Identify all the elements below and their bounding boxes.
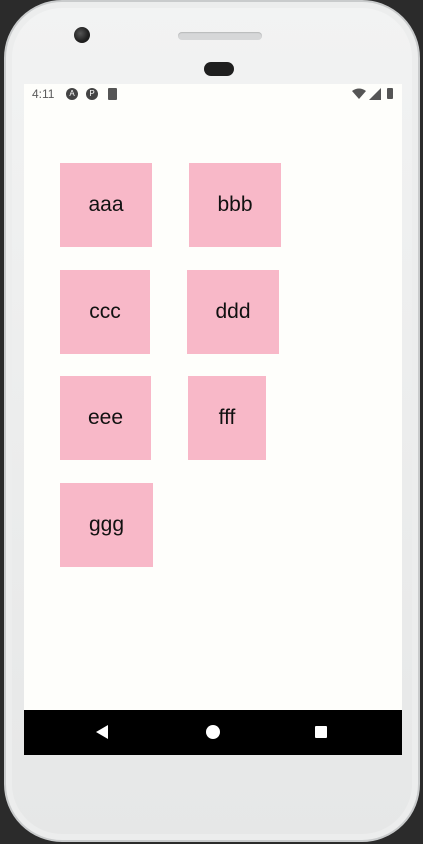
grid-item-aaa[interactable]: aaa	[60, 163, 152, 247]
proximity-sensor	[204, 62, 234, 76]
grid-item-ddd[interactable]: ddd	[187, 270, 279, 354]
signal-icon	[369, 88, 381, 100]
grid-item-label: ggg	[88, 513, 125, 536]
grid-item-label: ccc	[89, 300, 121, 323]
grid-item-ccc[interactable]: ccc	[60, 270, 150, 354]
wifi-icon	[352, 88, 366, 99]
earpiece-speaker	[178, 32, 262, 40]
notification-p-icon: P	[86, 88, 98, 100]
sd-card-icon	[108, 88, 117, 100]
recents-icon[interactable]	[315, 726, 327, 738]
back-icon[interactable]	[96, 725, 108, 739]
grid-item-fff[interactable]: fff	[188, 376, 266, 460]
grid-item-label: aaa	[88, 193, 124, 216]
status-bar: 4:11 A P	[24, 84, 402, 104]
notification-a-icon: A	[66, 88, 78, 100]
grid-item-label: bbb	[217, 193, 253, 216]
grid-item-label: fff	[218, 406, 236, 429]
battery-icon	[387, 88, 393, 99]
grid-item-bbb[interactable]: bbb	[189, 163, 281, 247]
grid-item-label: eee	[87, 406, 124, 429]
home-icon[interactable]	[206, 725, 220, 739]
grid-item-ggg[interactable]: ggg	[60, 483, 153, 567]
device-screen: 4:11 A P aaa bbb ccc ddd eee fff ggg	[24, 84, 402, 755]
grid-item-label: ddd	[215, 300, 251, 323]
front-camera	[74, 27, 90, 43]
grid-item-eee[interactable]: eee	[60, 376, 151, 460]
status-time: 4:11	[32, 87, 55, 101]
navigation-bar	[24, 710, 402, 755]
